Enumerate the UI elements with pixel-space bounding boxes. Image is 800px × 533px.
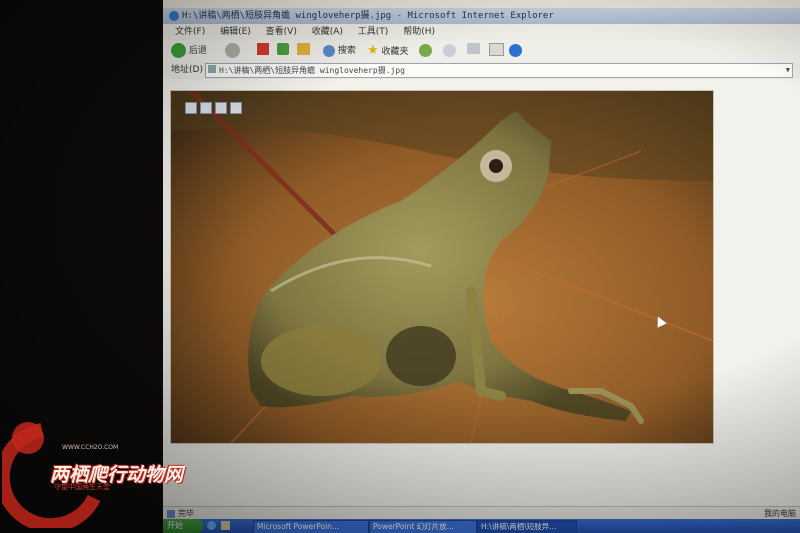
taskbar-item-ie-window[interactable]: H:\讲稿\两栖\短肢异... xyxy=(477,520,577,533)
menu-view[interactable]: 查看(V) xyxy=(266,24,297,40)
folder-icon[interactable] xyxy=(230,102,242,114)
history-button[interactable] xyxy=(419,43,432,59)
watermark-subtitle: 守望中国两生天堂 xyxy=(54,483,110,491)
menu-file[interactable]: 文件(F) xyxy=(175,24,205,40)
mail-icon xyxy=(443,44,456,57)
menu-tools[interactable]: 工具(T) xyxy=(358,24,389,40)
ie-icon xyxy=(169,11,179,21)
taskbar-item-slideshow[interactable]: PowerPoint 幻灯片放... xyxy=(369,520,477,533)
home-button[interactable] xyxy=(297,43,310,59)
search-label: 搜索 xyxy=(337,46,356,56)
forward-arrow-icon xyxy=(225,43,240,58)
print-icon xyxy=(467,43,480,54)
title-bar: H:\讲稿\两栖\短肢异角蟾 wingloveherp摄.jpg - Micro… xyxy=(163,8,800,24)
print-button[interactable] xyxy=(467,43,480,59)
status-bar: 完毕 我的电脑 xyxy=(163,506,800,520)
stop-button[interactable] xyxy=(257,43,269,59)
menu-edit[interactable]: 编辑(E) xyxy=(220,24,251,40)
home-icon xyxy=(297,43,310,55)
watermark-url: WWW.CCH2O.COM xyxy=(62,444,119,451)
mail-button[interactable] xyxy=(443,43,456,59)
page-icon xyxy=(208,65,216,73)
messenger-icon xyxy=(509,44,522,57)
search-icon xyxy=(323,44,335,57)
status-text: 完毕 xyxy=(178,509,194,518)
frog-illustration xyxy=(171,91,713,443)
history-icon xyxy=(419,44,432,57)
mail-image-icon[interactable] xyxy=(215,102,227,114)
star-icon: ★ xyxy=(367,43,379,58)
favorites-label: 收藏夹 xyxy=(381,47,409,57)
quicklaunch-ie-icon[interactable] xyxy=(207,521,216,530)
toolbar: 后退 搜索 ★ 收藏夹 xyxy=(163,40,800,63)
menu-bar: 文件(F) 编辑(E) 查看(V) 收藏(A) 工具(T) 帮助(H) xyxy=(163,24,800,40)
address-label: 地址(D) xyxy=(171,65,203,75)
favorites-button[interactable]: ★ 收藏夹 xyxy=(367,43,409,59)
window-title: H:\讲稿\两栖\短肢异角蟾 wingloveherp摄.jpg - Micro… xyxy=(182,11,554,21)
projected-screen: H:\讲稿\两栖\短肢异角蟾 wingloveherp摄.jpg - Micro… xyxy=(163,0,800,533)
save-image-icon[interactable] xyxy=(185,102,197,114)
quicklaunch-desktop-icon[interactable] xyxy=(221,521,230,530)
address-input[interactable]: H:\讲稿\两栖\短肢异角蟾 wingloveherp摄.jpg ▼ xyxy=(205,63,793,78)
back-arrow-icon xyxy=(171,43,186,58)
page-content xyxy=(163,79,800,506)
watermark-logo: 两栖爬行动物网 守望中国两生天堂 WWW.CCH2O.COM xyxy=(0,418,183,533)
refresh-button[interactable] xyxy=(277,43,289,59)
refresh-icon xyxy=(277,43,289,55)
messenger-button[interactable] xyxy=(509,43,522,59)
back-button[interactable]: 后退 xyxy=(171,43,207,59)
forward-button[interactable] xyxy=(225,43,240,59)
search-button[interactable]: 搜索 xyxy=(323,43,356,59)
print-image-icon[interactable] xyxy=(200,102,212,114)
frog-photo xyxy=(171,91,713,443)
address-bar: 地址(D) H:\讲稿\两栖\短肢异角蟾 wingloveherp摄.jpg ▼ xyxy=(163,62,800,78)
stop-icon xyxy=(257,43,269,55)
menu-favorites[interactable]: 收藏(A) xyxy=(312,24,343,40)
back-label: 后退 xyxy=(188,46,207,56)
menu-help[interactable]: 帮助(H) xyxy=(403,24,435,40)
edit-button[interactable] xyxy=(489,43,504,59)
image-toolbar xyxy=(185,99,245,114)
dropdown-arrow-icon[interactable]: ▼ xyxy=(786,64,790,77)
address-value: H:\讲稿\两栖\短肢异角蟾 wingloveherp摄.jpg xyxy=(219,66,405,75)
taskbar-item-powerpoint[interactable]: Microsoft PowerPoin... xyxy=(253,520,369,533)
taskbar: 开始 Microsoft PowerPoin... PowerPoint 幻灯片… xyxy=(163,519,800,533)
edit-icon xyxy=(489,43,504,56)
